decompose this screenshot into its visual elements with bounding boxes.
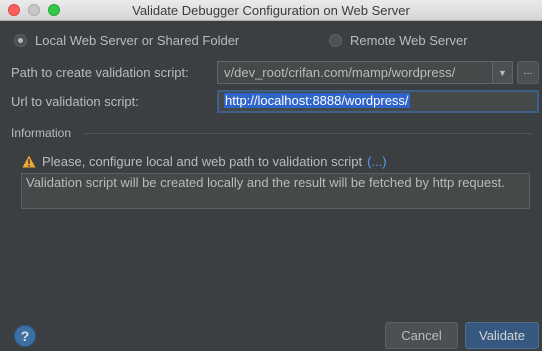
more-info-link[interactable]: (...)	[367, 154, 387, 169]
url-value[interactable]: http://localhost:8888/wordpress/	[224, 93, 410, 108]
warning-text: Please, configure local and web path to …	[42, 154, 363, 169]
window-title: Validate Debugger Configuration on Web S…	[132, 3, 410, 18]
path-label: Path to create validation script:	[11, 65, 189, 80]
path-combobox[interactable]: v/dev_root/crifan.com/mamp/wordpress/ ▼	[217, 61, 513, 84]
section-divider	[83, 133, 533, 134]
browse-path-button[interactable]: ...	[517, 61, 539, 84]
cancel-button[interactable]: Cancel	[385, 322, 458, 349]
remote-server-radio[interactable]	[329, 34, 342, 47]
information-header: Information	[11, 126, 72, 140]
url-label: Url to validation script:	[11, 94, 139, 109]
remote-server-radio-option[interactable]: Remote Web Server	[329, 33, 468, 48]
validate-button[interactable]: Validate	[465, 322, 539, 349]
title-bar: Validate Debugger Configuration on Web S…	[0, 0, 542, 21]
warning-icon	[22, 155, 36, 168]
warning-row: Please, configure local and web path to …	[22, 154, 387, 169]
url-input[interactable]: http://localhost:8888/wordpress/	[217, 90, 539, 113]
information-message: Validation script will be created locall…	[21, 173, 530, 209]
local-server-label: Local Web Server or Shared Folder	[35, 33, 240, 48]
help-button[interactable]: ?	[14, 325, 36, 347]
local-server-radio[interactable]	[14, 34, 27, 47]
local-server-radio-option[interactable]: Local Web Server or Shared Folder	[14, 33, 239, 48]
chevron-down-icon[interactable]: ▼	[492, 62, 512, 83]
path-value[interactable]: v/dev_root/crifan.com/mamp/wordpress/	[218, 65, 492, 80]
remote-server-label: Remote Web Server	[350, 33, 468, 48]
